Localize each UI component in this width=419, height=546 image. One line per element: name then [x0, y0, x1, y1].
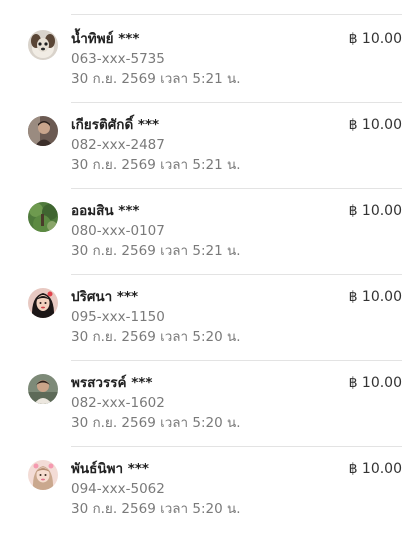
avatar [28, 460, 58, 490]
customer-phone: 094-xxx-5062 [71, 481, 165, 497]
customer-name: ปริศนา *** [71, 289, 139, 305]
row-divider [71, 274, 402, 275]
row-divider [71, 446, 402, 447]
customer-phone: 082-xxx-2487 [71, 137, 165, 153]
transaction-datetime: 30 ก.ย. 2569 เวลา 5:21 น. [71, 243, 241, 259]
transaction-amount: ฿ 10.00 [348, 289, 402, 305]
row-divider [71, 360, 402, 361]
transaction-datetime: 30 ก.ย. 2569 เวลา 5:20 น. [71, 415, 241, 431]
transaction-amount: ฿ 10.00 [348, 461, 402, 477]
customer-phone: 095-xxx-1150 [71, 309, 165, 325]
row-divider [71, 102, 402, 103]
transaction-row[interactable]: พันธ์นิพา *** 094-xxx-5062 30 ก.ย. 2569 … [0, 460, 419, 546]
customer-name: พันธ์นิพา *** [71, 461, 149, 477]
transaction-datetime: 30 ก.ย. 2569 เวลา 5:20 น. [71, 501, 241, 517]
avatar [28, 202, 58, 232]
transaction-amount: ฿ 10.00 [348, 31, 402, 47]
transaction-amount: ฿ 10.00 [348, 375, 402, 391]
avatar [28, 30, 58, 60]
transaction-row[interactable]: พรสวรรค์ *** 082-xxx-1602 30 ก.ย. 2569 เ… [0, 374, 419, 460]
transaction-row[interactable]: เกียรติศักดิ์ *** 082-xxx-2487 30 ก.ย. 2… [0, 116, 419, 202]
transaction-amount: ฿ 10.00 [348, 203, 402, 219]
row-divider [71, 188, 402, 189]
customer-name: น้ำทิพย์ *** [71, 31, 140, 47]
transaction-row[interactable]: ปริศนา *** 095-xxx-1150 30 ก.ย. 2569 เวล… [0, 288, 419, 374]
customer-name: พรสวรรค์ *** [71, 375, 153, 391]
top-divider [71, 14, 402, 15]
avatar [28, 374, 58, 404]
avatar [28, 288, 58, 318]
customer-phone: 063-xxx-5735 [71, 51, 165, 67]
transaction-datetime: 30 ก.ย. 2569 เวลา 5:21 น. [71, 71, 241, 87]
customer-phone: 080-xxx-0107 [71, 223, 165, 239]
transaction-row[interactable]: น้ำทิพย์ *** 063-xxx-5735 30 ก.ย. 2569 เ… [0, 30, 419, 116]
transaction-row[interactable]: ออมสิน *** 080-xxx-0107 30 ก.ย. 2569 เวล… [0, 202, 419, 288]
transaction-datetime: 30 ก.ย. 2569 เวลา 5:21 น. [71, 157, 241, 173]
transaction-datetime: 30 ก.ย. 2569 เวลา 5:20 น. [71, 329, 241, 345]
customer-phone: 082-xxx-1602 [71, 395, 165, 411]
customer-name: เกียรติศักดิ์ *** [71, 117, 160, 133]
avatar [28, 116, 58, 146]
customer-name: ออมสิน *** [71, 203, 140, 219]
transaction-amount: ฿ 10.00 [348, 117, 402, 133]
